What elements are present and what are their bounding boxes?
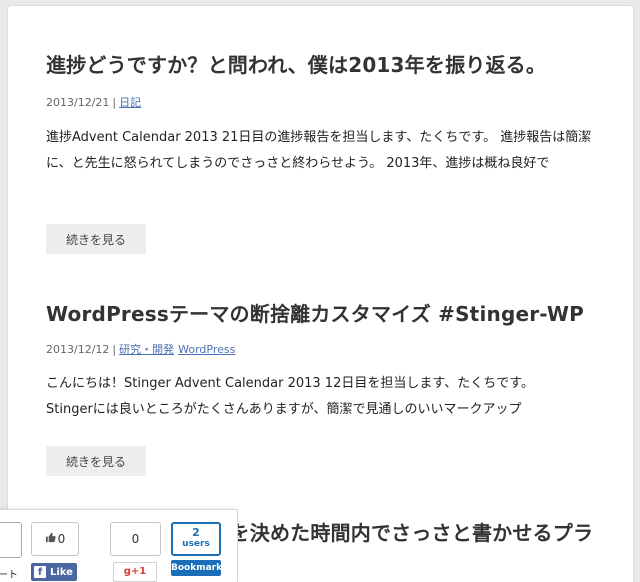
gplus-button[interactable]: g+1	[113, 562, 157, 582]
post-excerpt: 進捗Advent Calendar 2013 21日目の進捗報告を担当します、た…	[46, 130, 592, 171]
read-more-button[interactable]: 続きを見る	[46, 446, 146, 476]
category-link[interactable]: 研究・開発	[119, 343, 174, 356]
hatena-count-unit: users	[182, 539, 210, 549]
facebook-like-label: Like	[50, 566, 73, 578]
tweet-count-box[interactable]	[0, 522, 22, 558]
meta-separator: |	[112, 343, 117, 356]
meta-separator: |	[112, 96, 117, 109]
post-date: 2013/12/12	[46, 343, 110, 356]
facebook-like-button[interactable]: f Like	[31, 563, 77, 581]
post-meta: 2013/12/21 | 日記	[46, 94, 145, 110]
thumbs-up-icon	[45, 532, 56, 546]
gplus-count: 0	[110, 522, 161, 556]
facebook-like-count: 0	[31, 522, 79, 556]
page: 進捗どうですか？と問われ、僕は2013年を振り返る。 2013/12/21 | 日記…	[0, 0, 640, 582]
post-date: 2013/12/21	[46, 96, 110, 109]
excerpt-line: こんにちは！Stinger Advent Calendar 2013 12日目を…	[46, 376, 535, 391]
hatena-count-value: 2	[192, 526, 200, 539]
post-title[interactable]: WordPressテーマの断捨離カスタマイズ #Stinger-WP	[46, 298, 584, 327]
excerpt-line: Stingerには良いところがたくさんありますが、簡潔で見通しのいいマークアップ	[46, 402, 522, 417]
post-meta: 2013/12/12 | 研究・開発 WordPress	[46, 341, 239, 357]
facebook-icon: f	[34, 566, 46, 578]
post-title[interactable]: 進捗どうですか？と問われ、僕は2013年を振り返る。	[46, 49, 546, 78]
category-link[interactable]: 日記	[119, 96, 141, 109]
content-card: 進捗どうですか？と問われ、僕は2013年を振り返る。 2013/12/21 | 日記…	[7, 5, 634, 582]
post-excerpt: こんにちは！Stinger Advent Calendar 2013 12日目を…	[46, 371, 601, 423]
share-bar: ート 0 f Like 0 g+1 2 users Bookmark	[0, 509, 238, 582]
tweet-button-label[interactable]: ート	[0, 566, 18, 581]
hatena-bookmark-button[interactable]: Bookmark	[171, 560, 222, 576]
hatena-bookmark-count[interactable]: 2 users	[171, 522, 221, 556]
facebook-count-value: 0	[57, 532, 66, 546]
category-link[interactable]: WordPress	[178, 343, 235, 356]
read-more-button[interactable]: 続きを見る	[46, 224, 146, 254]
